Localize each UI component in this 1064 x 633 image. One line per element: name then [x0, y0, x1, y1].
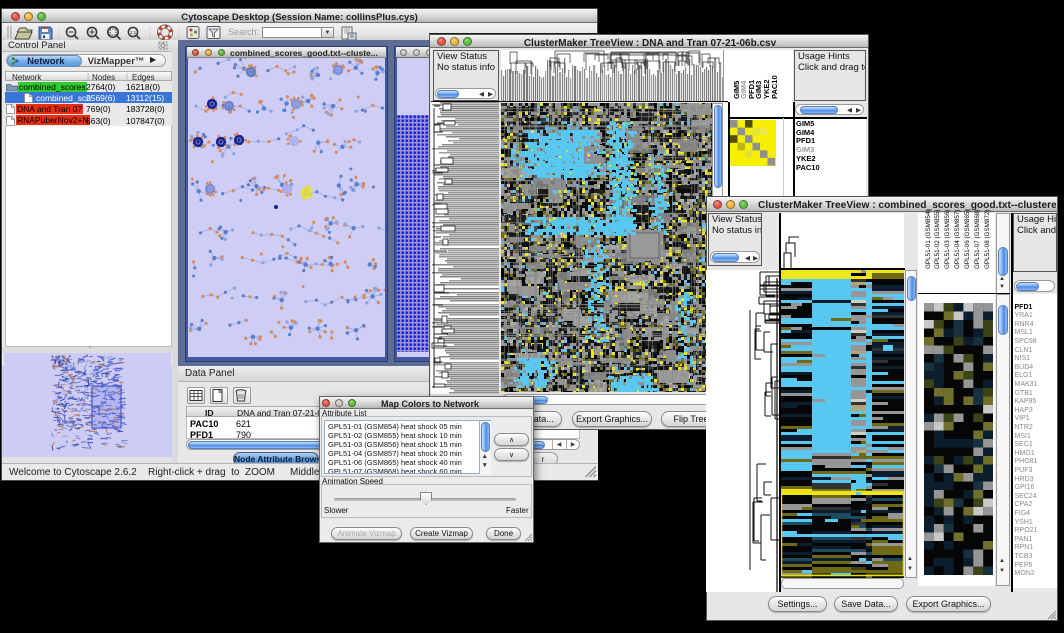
- svg-text:1:1: 1:1: [130, 30, 137, 35]
- svg-text:Search:: Search:: [228, 27, 259, 37]
